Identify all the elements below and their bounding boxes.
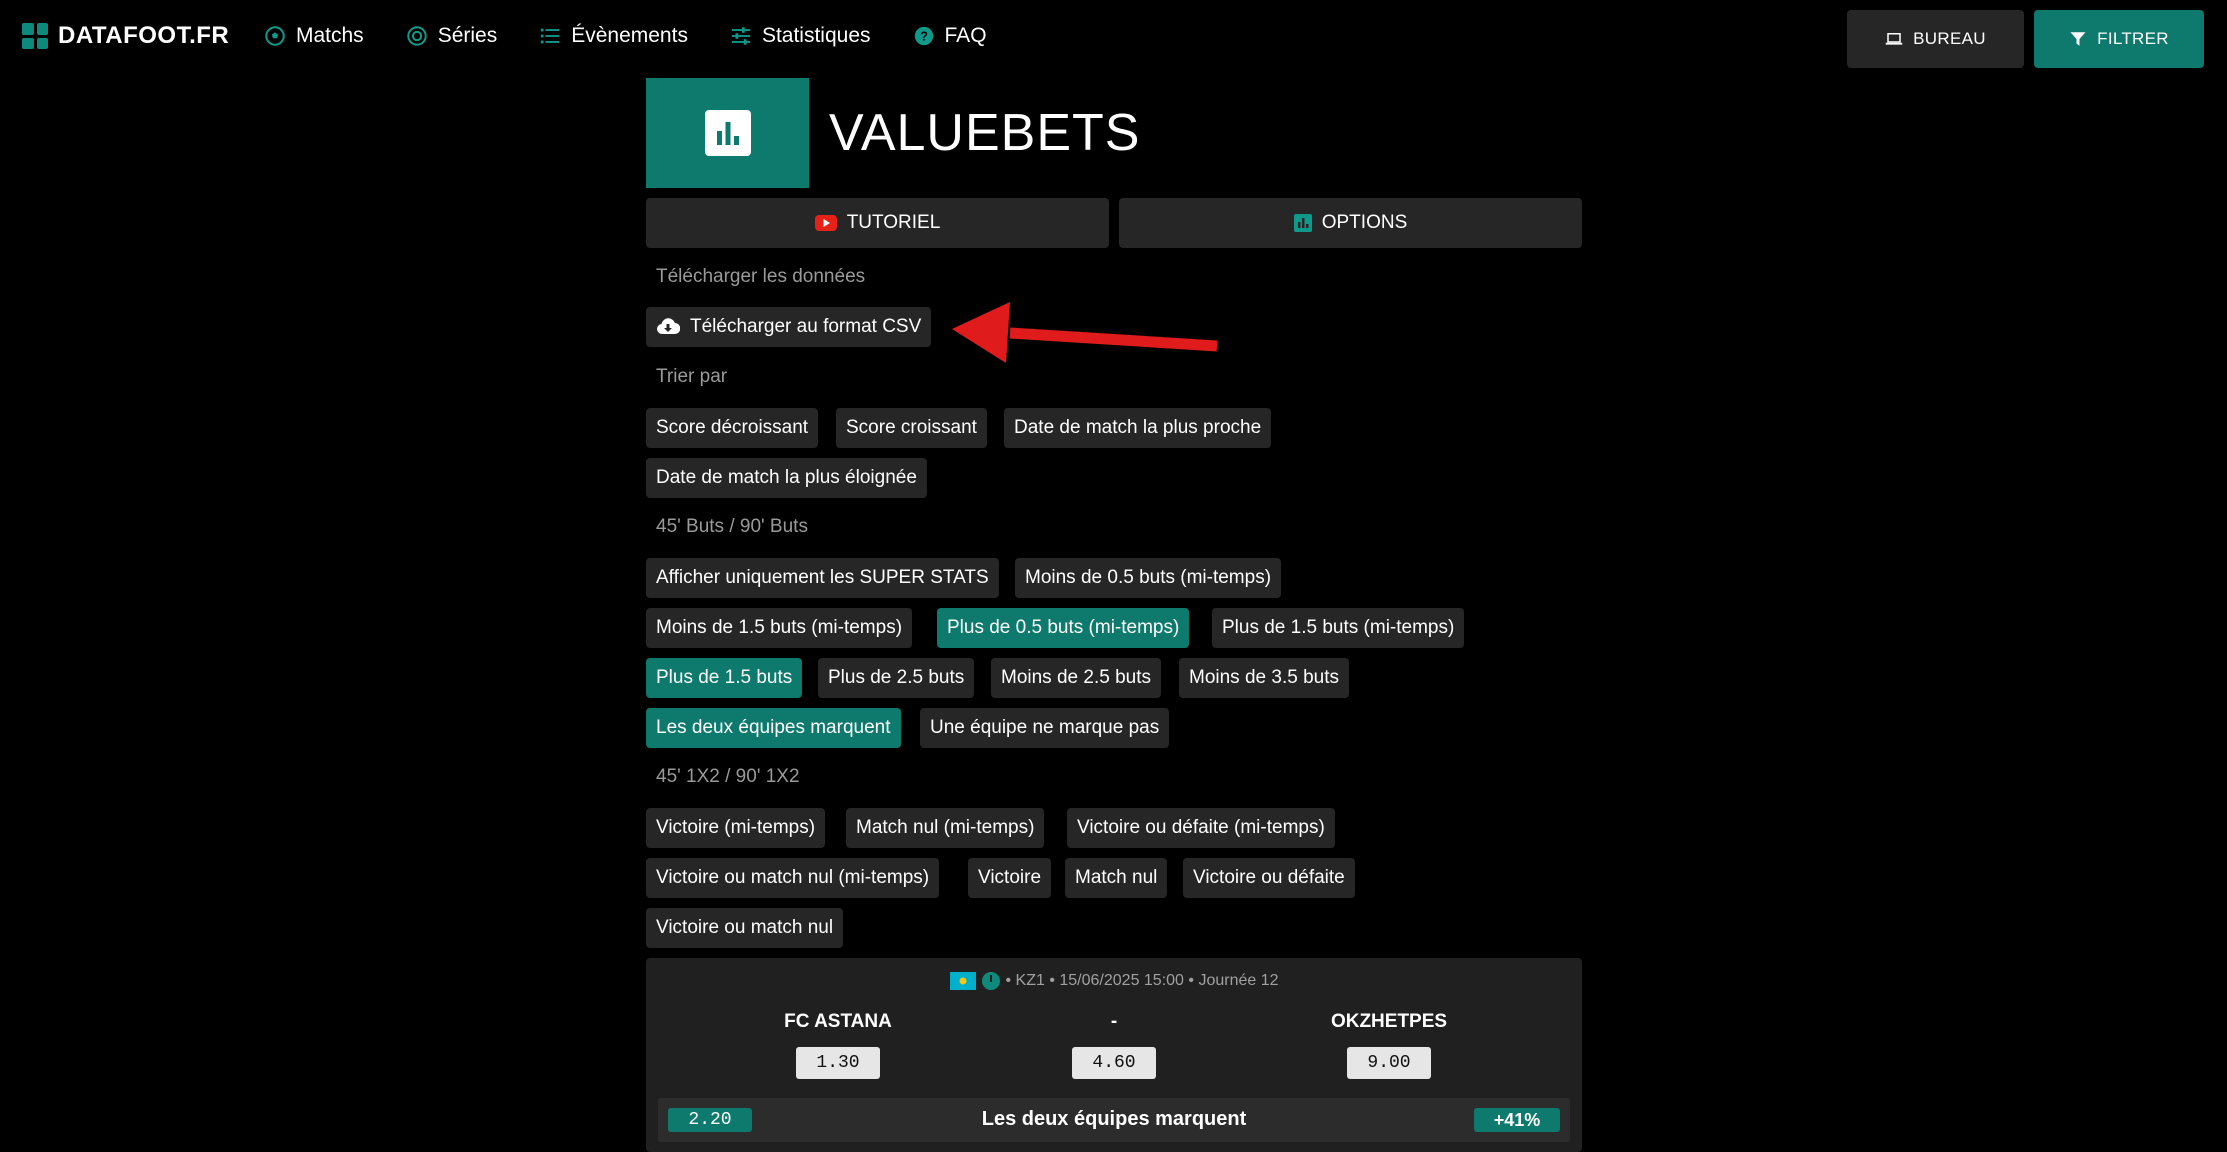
odd-home[interactable]: 1.30: [796, 1047, 880, 1079]
page-header: VALUEBETS: [646, 78, 1140, 188]
tutoriel-button[interactable]: TUTORIEL: [646, 198, 1109, 248]
goals-chip[interactable]: Moins de 1.5 buts (mi-temps): [646, 608, 913, 648]
goals-chip[interactable]: Moins de 2.5 buts: [991, 658, 1161, 698]
results-chip[interactable]: Match nul: [1065, 858, 1168, 898]
cloud-download-icon: [657, 318, 680, 335]
nav-label: Évènements: [571, 24, 688, 47]
value-bet-row[interactable]: 2.20 Les deux équipes marquent +41%: [658, 1098, 1570, 1142]
bar-chart-icon: [704, 110, 751, 156]
results-chip[interactable]: Victoire ou défaite: [1183, 858, 1355, 898]
match-meta: • KZ1 • 15/06/2025 15:00 • Journée 12: [646, 972, 1582, 990]
options-label: OPTIONS: [1321, 212, 1408, 233]
bet-label: Les deux équipes marquent: [981, 1108, 1247, 1130]
nav-label: Séries: [437, 24, 498, 47]
home-team: FC ASTANA: [784, 1011, 892, 1032]
download-section-label: Télécharger les données: [656, 266, 866, 287]
kazakhstan-flag-icon: [949, 972, 976, 990]
red-arrow-annotation: [952, 302, 1218, 363]
nav-item-series[interactable]: Séries: [406, 24, 498, 48]
goals-chip-selected[interactable]: Plus de 0.5 buts (mi-temps): [937, 608, 1190, 648]
filter-icon: [2070, 32, 2086, 46]
clock-icon: [981, 972, 1000, 990]
results-chip[interactable]: Match nul (mi-temps): [846, 808, 1045, 848]
bar-chart-small-icon: [1293, 214, 1312, 232]
nav-label: Statistiques: [761, 24, 871, 47]
nav-label: FAQ: [944, 24, 987, 47]
goals-chip[interactable]: Plus de 2.5 buts: [818, 658, 975, 698]
bet-value-percent: +41%: [1474, 1108, 1560, 1132]
main-nav: Matchs Séries Évènements Statistiques ? …: [264, 24, 987, 48]
sort-chip[interactable]: Score croissant: [836, 408, 987, 448]
results-chip[interactable]: Victoire ou match nul: [646, 908, 844, 948]
nav-item-faq[interactable]: ? FAQ: [913, 24, 987, 48]
options-button[interactable]: OPTIONS: [1119, 198, 1582, 248]
target-icon: [406, 26, 427, 46]
brand-name: DATAFOOT.FR: [58, 22, 230, 49]
away-team: OKZHETPES: [1330, 1011, 1448, 1032]
youtube-icon: [814, 215, 837, 231]
results-chip[interactable]: Victoire (mi-temps): [646, 808, 826, 848]
goals-chip[interactable]: Moins de 3.5 buts: [1179, 658, 1349, 698]
match-card[interactable]: • KZ1 • 15/06/2025 15:00 • Journée 12 FC…: [646, 958, 1582, 1152]
brand[interactable]: DATAFOOT.FR: [22, 22, 229, 50]
list-icon: [541, 28, 560, 44]
nav-item-matchs[interactable]: Matchs: [264, 24, 364, 48]
results-chip[interactable]: Victoire: [968, 858, 1052, 898]
filtrer-label: FILTRER: [2097, 29, 2169, 48]
goals-chip[interactable]: Moins de 0.5 buts (mi-temps): [1015, 558, 1282, 598]
goals-section-label: 45' Buts / 90' Buts: [656, 516, 808, 537]
sort-section-label: Trier par: [656, 366, 728, 387]
bureau-label: BUREAU: [1913, 29, 1986, 48]
results-section-label: 45' 1X2 / 90' 1X2: [656, 766, 800, 787]
goals-chip-selected[interactable]: Les deux équipes marquent: [646, 708, 901, 748]
header-icon-box: [646, 78, 809, 188]
download-csv-button[interactable]: Télécharger au format CSV: [646, 307, 932, 347]
results-chip[interactable]: Victoire ou match nul (mi-temps): [646, 858, 940, 898]
download-csv-label: Télécharger au format CSV: [690, 316, 922, 337]
results-chip[interactable]: Victoire ou défaite (mi-temps): [1067, 808, 1335, 848]
odd-away[interactable]: 9.00: [1347, 1047, 1431, 1079]
page-title: VALUEBETS: [829, 104, 1141, 162]
odd-draw[interactable]: 4.60: [1072, 1047, 1156, 1079]
nav-item-evenements[interactable]: Évènements: [539, 24, 688, 48]
grid-logo-icon: [22, 23, 48, 49]
svg-text:?: ?: [920, 29, 928, 44]
question-icon: ?: [914, 26, 933, 46]
sliders-icon: [731, 27, 751, 45]
filtrer-button[interactable]: FILTRER: [2034, 10, 2204, 68]
goals-chip[interactable]: Plus de 1.5 buts (mi-temps): [1212, 608, 1465, 648]
goals-chip[interactable]: Une équipe ne marque pas: [920, 708, 1170, 748]
goals-chip-selected[interactable]: Plus de 1.5 buts: [646, 658, 803, 698]
sort-chip[interactable]: Score décroissant: [646, 408, 819, 448]
sort-chip[interactable]: Date de match la plus proche: [1004, 408, 1272, 448]
soccer-ball-icon: [265, 26, 285, 46]
nav-label: Matchs: [296, 24, 364, 47]
match-info: • KZ1 • 15/06/2025 15:00 • Journée 12: [1005, 972, 1279, 989]
match-separator: -: [1110, 1011, 1118, 1032]
sort-chip[interactable]: Date de match la plus éloignée: [646, 458, 927, 498]
bureau-button[interactable]: BUREAU: [1847, 10, 2024, 68]
laptop-icon: [1885, 33, 1903, 45]
nav-item-statistiques[interactable]: Statistiques: [730, 24, 871, 48]
goals-chip[interactable]: Afficher uniquement les SUPER STATS: [646, 558, 999, 598]
top-navbar: DATAFOOT.FR Matchs Séries Évènements Sta…: [0, 0, 2227, 78]
tutoriel-label: TUTORIEL: [846, 212, 941, 233]
